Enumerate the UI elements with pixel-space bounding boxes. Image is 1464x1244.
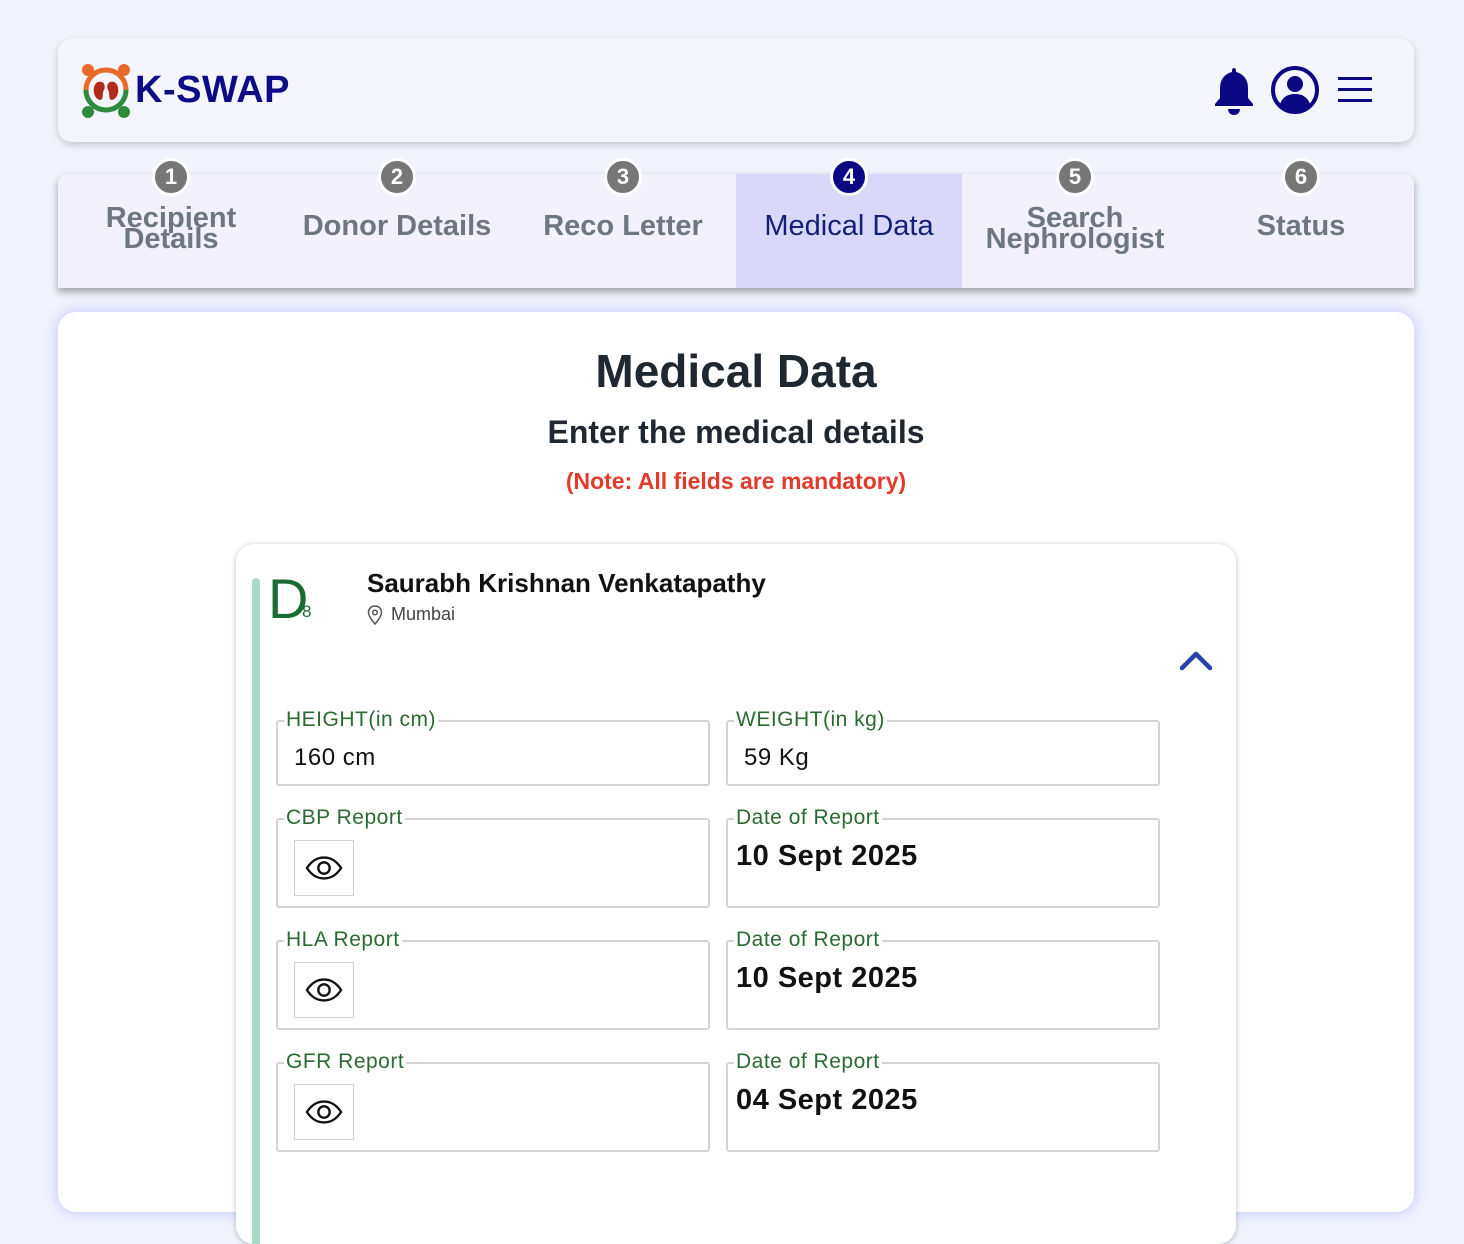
progress-stepper: 1 Recipient Details 2 Donor Details 3 Re… — [58, 158, 1414, 288]
card-accent-bar — [252, 578, 260, 1244]
step-number: 5 — [1056, 158, 1094, 196]
step-reco-letter[interactable]: 3 Reco Letter — [510, 158, 736, 288]
step-recipient-details[interactable]: 1 Recipient Details — [58, 158, 284, 288]
donor-card: D 8 Saurabh Krishnan Venkatapathy Mumbai… — [236, 544, 1236, 1244]
weight-label: WEIGHT(in kg) — [734, 707, 887, 733]
gfr-date-label: Date of Report — [734, 1049, 882, 1075]
location-pin-icon — [367, 604, 383, 625]
kidney-logo-icon — [82, 64, 130, 118]
gfr-report-label: GFR Report — [284, 1049, 407, 1075]
height-field[interactable]: HEIGHT(in cm) 160 cm — [276, 707, 710, 786]
step-label: Reco Letter — [543, 210, 703, 242]
eye-icon — [305, 978, 343, 1002]
donor-badge-number: 8 — [302, 602, 312, 621]
view-gfr-report-button[interactable] — [294, 1084, 354, 1140]
cbp-date-field[interactable]: Date of Report 10 Sept 2025 — [726, 805, 1160, 908]
donor-badge: D 8 — [268, 567, 311, 630]
page-title: Medical Data — [595, 345, 877, 397]
cbp-date-label: Date of Report — [734, 805, 882, 831]
step-search-nephrologist[interactable]: 5 Search Nephrologist — [962, 158, 1188, 288]
bell-icon[interactable] — [1212, 64, 1256, 116]
gfr-report-field: GFR Report — [276, 1049, 710, 1152]
step-label: Medical Data — [764, 210, 934, 242]
step-label: Search Nephrologist — [985, 202, 1165, 255]
mandatory-note: (Note: All fields are mandatory) — [565, 468, 907, 494]
donor-badge-letter: D — [268, 567, 308, 630]
cbp-date-value: 10 Sept 2025 — [736, 840, 918, 872]
user-circle-icon[interactable] — [1270, 65, 1320, 115]
cbp-report-field: CBP Report — [276, 805, 710, 908]
eye-icon — [305, 856, 343, 880]
height-value: 160 cm — [294, 744, 376, 771]
chevron-up-icon[interactable] — [1178, 648, 1214, 672]
hla-date-field[interactable]: Date of Report 10 Sept 2025 — [726, 927, 1160, 1030]
step-label: Donor Details — [302, 210, 492, 242]
weight-value: 59 Kg — [744, 744, 810, 771]
hla-report-label: HLA Report — [284, 927, 402, 953]
step-status[interactable]: 6 Status — [1188, 158, 1414, 288]
cbp-report-label: CBP Report — [284, 805, 405, 831]
view-hla-report-button[interactable] — [294, 962, 354, 1018]
donor-location: Mumbai — [367, 604, 455, 625]
step-number: 3 — [604, 158, 642, 196]
page-subtitle: Enter the medical details — [547, 414, 925, 450]
hla-date-value: 10 Sept 2025 — [736, 962, 918, 994]
eye-icon — [305, 1100, 343, 1124]
step-number: 2 — [378, 158, 416, 196]
step-label: Status — [1256, 210, 1346, 242]
view-cbp-report-button[interactable] — [294, 840, 354, 896]
height-label: HEIGHT(in cm) — [284, 707, 438, 733]
donor-name: Saurabh Krishnan Venkatapathy — [367, 568, 766, 598]
hla-date-label: Date of Report — [734, 927, 882, 953]
step-medical-data[interactable]: 4 Medical Data — [736, 158, 962, 288]
hamburger-menu-icon[interactable] — [1336, 73, 1374, 107]
brand-name: K-SWAP — [135, 68, 290, 111]
app-header: K-SWAP — [58, 38, 1414, 142]
logo[interactable]: K-SWAP — [78, 60, 290, 120]
step-number: 4 — [830, 158, 868, 196]
weight-field[interactable]: WEIGHT(in kg) 59 Kg — [726, 707, 1160, 786]
hla-report-field: HLA Report — [276, 927, 710, 1030]
gfr-date-value: 04 Sept 2025 — [736, 1084, 918, 1116]
donor-location-text: Mumbai — [391, 604, 456, 624]
step-number: 1 — [152, 158, 190, 196]
main-panel: Medical Data Enter the medical details (… — [58, 312, 1414, 1244]
step-donor-details[interactable]: 2 Donor Details — [284, 158, 510, 288]
step-label: Recipient Details — [105, 202, 237, 255]
step-number: 6 — [1282, 158, 1320, 196]
gfr-date-field[interactable]: Date of Report 04 Sept 2025 — [726, 1049, 1160, 1152]
